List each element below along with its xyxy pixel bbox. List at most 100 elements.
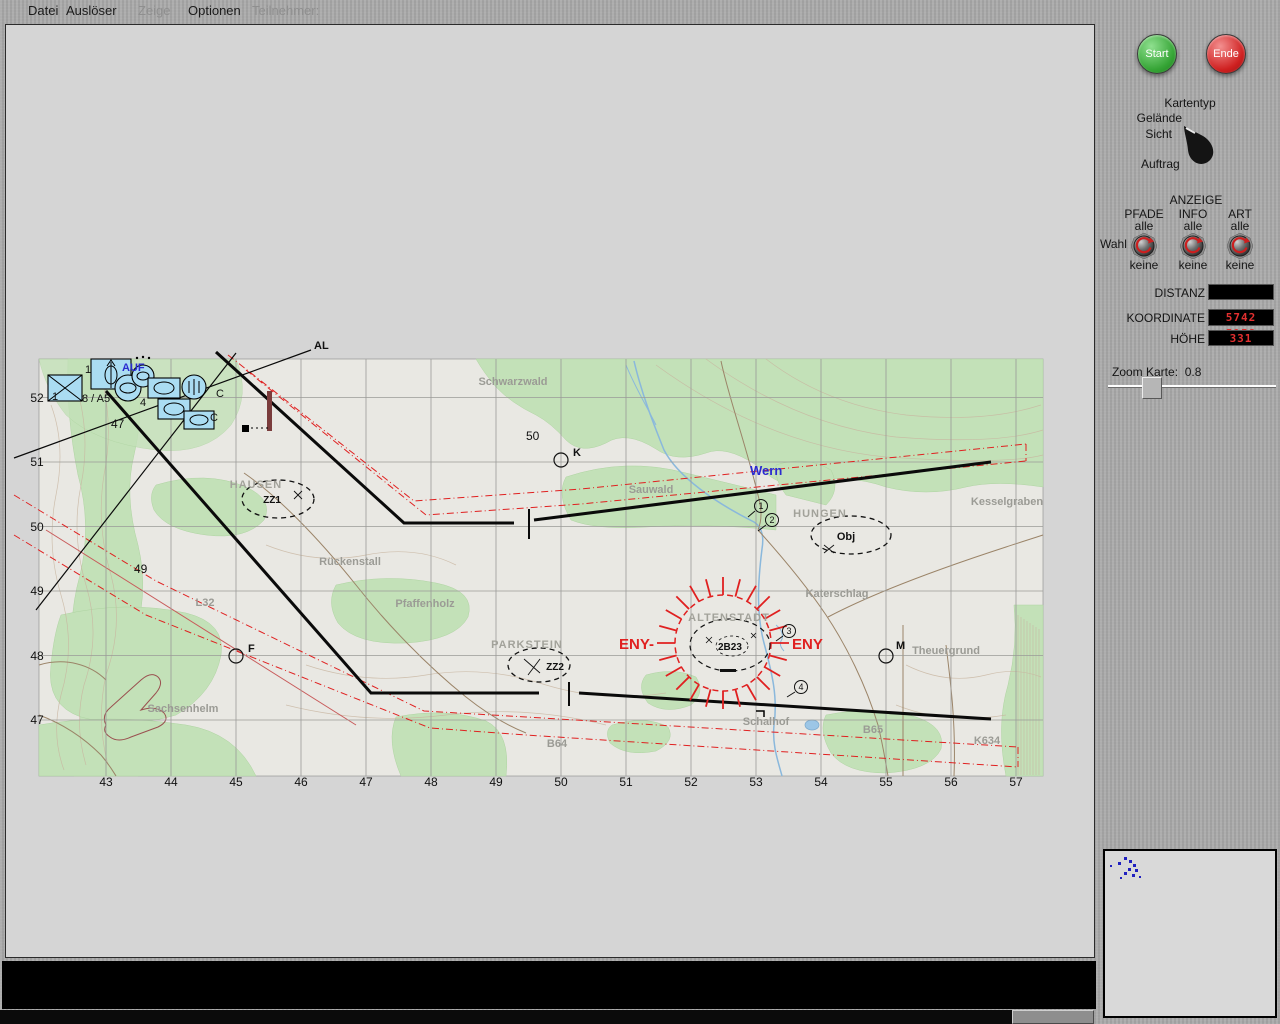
map-canvas[interactable]: ENY- ENY 2B23 ZZ1 ZZ2 Obj K F M AL 1 2 3… [6, 25, 1094, 957]
waypoint-1: 1 [758, 501, 763, 511]
svg-text:48: 48 [424, 775, 438, 789]
pfade-knob[interactable] [1131, 233, 1157, 259]
info-alle-label[interactable]: alle [1167, 219, 1219, 233]
map-viewport[interactable]: ENY- ENY 2B23 ZZ1 ZZ2 Obj K F M AL 1 2 3… [5, 24, 1095, 958]
kartentyp-option-sicht[interactable]: Sicht [1120, 127, 1172, 141]
b23-label: 2B23 [718, 642, 742, 653]
svg-text:49: 49 [489, 775, 503, 789]
svg-text:Schalhof: Schalhof [743, 716, 790, 728]
svg-text:54: 54 [814, 775, 828, 789]
zoom-slider-track[interactable] [1108, 385, 1276, 387]
kartentyp-option-gelaende[interactable]: Gelände [1120, 111, 1182, 125]
eny-left-label: ENY- [619, 636, 654, 653]
svg-text:45: 45 [229, 775, 243, 789]
unit-label-c2: C [210, 412, 218, 424]
kartentyp-selector-knob[interactable] [1181, 118, 1227, 166]
svg-text:52: 52 [30, 391, 44, 405]
zz1-label: ZZ1 [263, 495, 281, 506]
svg-text:47: 47 [359, 775, 373, 789]
svg-text:46: 46 [294, 775, 308, 789]
art-keine-label[interactable]: keine [1214, 258, 1266, 272]
svg-text:56: 56 [944, 775, 958, 789]
distanz-label: DISTANZ [1154, 286, 1205, 300]
application-window: Datei Auslöser Zeige Optionen Teilnehmer… [0, 0, 1280, 1024]
minimap-unit-dots [1110, 857, 1141, 879]
svg-text:50: 50 [30, 520, 44, 534]
svg-text:50: 50 [526, 429, 540, 443]
svg-text:53: 53 [749, 775, 763, 789]
obstacle-bar [267, 391, 272, 431]
svg-text:HUNGEN: HUNGEN [793, 508, 847, 520]
menu-ausloeser[interactable]: Auslöser [66, 3, 117, 18]
koordinate-label: KOORDINATE [1126, 311, 1205, 325]
svg-text:48: 48 [30, 649, 44, 663]
auftrag-label[interactable]: Auftrag [1141, 157, 1180, 171]
koordinate-display: 5742 5158 [1208, 309, 1274, 340]
marker-f: F [248, 643, 255, 655]
hoehe-label: HÖHE [1170, 332, 1205, 346]
distanz-display [1208, 284, 1274, 300]
svg-text:49: 49 [30, 584, 44, 598]
ende-button[interactable]: Ende [1206, 34, 1246, 74]
art-knob[interactable] [1227, 233, 1253, 259]
svg-text:50: 50 [554, 775, 568, 789]
svg-text:Sachsenhelm: Sachsenhelm [148, 703, 219, 715]
svg-text:PARKSTEIN: PARKSTEIN [491, 639, 563, 651]
svg-text:Katerschlag: Katerschlag [806, 588, 869, 600]
menu-zeige: Zeige [138, 3, 171, 18]
zz2-label: ZZ2 [546, 662, 564, 673]
menu-optionen[interactable]: Optionen [188, 3, 241, 18]
hoehe-display: 331 [1208, 330, 1274, 346]
waypoint-4: 4 [798, 682, 803, 692]
svg-text:ALTENSTADT: ALTENSTADT [688, 612, 770, 624]
svg-text:B64: B64 [547, 738, 568, 750]
info-knob[interactable] [1180, 233, 1206, 259]
waypoint-3: 3 [786, 626, 791, 636]
horizontal-scrollbar-track[interactable] [0, 1010, 1012, 1024]
svg-text:43: 43 [99, 775, 113, 789]
svg-text:47: 47 [30, 713, 44, 727]
art-alle-label[interactable]: alle [1214, 219, 1266, 233]
svg-text:51: 51 [619, 775, 633, 789]
eny-right-label: ENY [792, 636, 823, 653]
marker-m: M [896, 640, 905, 652]
svg-text:Theuergrund: Theuergrund [912, 645, 980, 657]
info-keine-label[interactable]: keine [1167, 258, 1219, 272]
svg-text:47: 47 [111, 417, 125, 431]
unit-label-c1: C [216, 388, 224, 400]
start-button[interactable]: Start [1137, 34, 1177, 74]
obj-label: Obj [837, 531, 855, 543]
svg-text:49: 49 [134, 562, 148, 576]
pfade-alle-label[interactable]: alle [1118, 219, 1170, 233]
svg-text:L32: L32 [196, 597, 215, 609]
overview-minimap[interactable] [1103, 849, 1277, 1018]
horizontal-scrollbar-thumb[interactable] [1012, 1010, 1094, 1024]
menu-teilnehmer: Teilnehmer: [252, 3, 320, 18]
unit-label-1b: 1 [85, 364, 91, 376]
svg-text:B65: B65 [863, 724, 883, 736]
kartentyp-label: Kartentyp [1164, 96, 1216, 110]
zoom-value: 0.8 [1184, 365, 1202, 379]
auf-label: AUF [122, 362, 145, 374]
svg-text:44: 44 [164, 775, 178, 789]
svg-text:51: 51 [30, 455, 44, 469]
svg-text:Sauwald: Sauwald [629, 484, 674, 496]
svg-text:Rückenstall: Rückenstall [319, 556, 381, 568]
svg-text:57: 57 [1009, 775, 1023, 789]
svg-text:55: 55 [879, 775, 893, 789]
river-label: Wern [750, 463, 782, 478]
wahl-label: Wahl [1100, 237, 1127, 251]
unit-label-4: 4 [140, 397, 146, 409]
svg-text:52: 52 [684, 775, 698, 789]
marker-al: AL [314, 340, 329, 352]
unit-label-8a5: 8 / A5 [82, 393, 110, 405]
svg-text:K634: K634 [974, 735, 1001, 747]
menu-datei[interactable]: Datei [28, 3, 58, 18]
zoom-slider-handle[interactable] [1142, 377, 1162, 399]
status-bar [2, 961, 1096, 1009]
menu-bar: Datei Auslöser Zeige Optionen Teilnehmer… [0, 0, 1280, 21]
waypoint-2: 2 [769, 515, 774, 525]
pfade-keine-label[interactable]: keine [1118, 258, 1170, 272]
anzeige-title: ANZEIGE [1169, 193, 1223, 207]
svg-text:Kesselgraben: Kesselgraben [971, 496, 1043, 508]
